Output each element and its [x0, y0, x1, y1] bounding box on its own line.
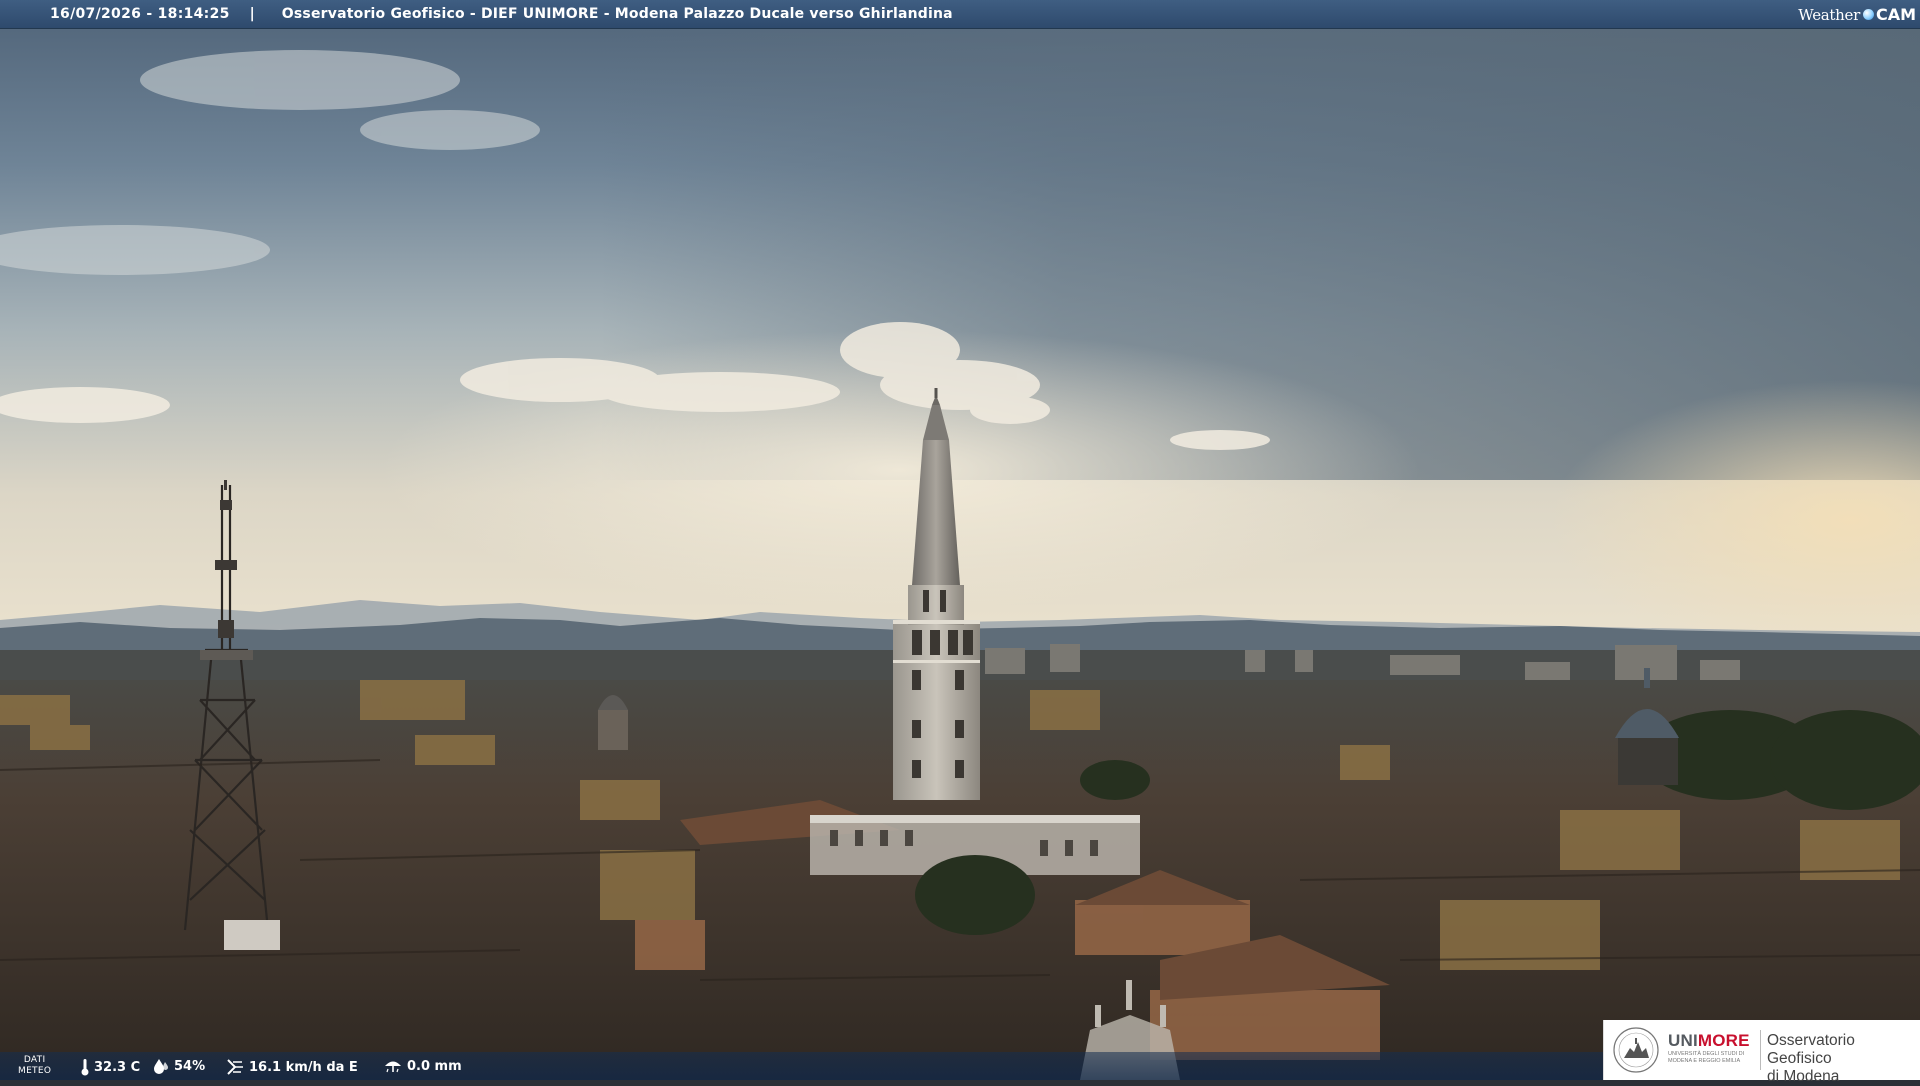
observatory-name: Osservatorio Geofisico di Modena — [1767, 1032, 1920, 1086]
timestamp: 16/07/2026 - 18:14:25 — [50, 6, 230, 22]
rain-icon — [385, 1061, 401, 1073]
camera-title: Osservatorio Geofisico - DIEF UNIMORE - … — [281, 6, 953, 22]
temperature-value: 32.3 C — [94, 1059, 141, 1075]
unimore-subtitle: Università degli Studi di Modena e Reggi… — [1668, 1051, 1745, 1064]
humidity-value: 54% — [174, 1058, 206, 1074]
webcam-image — [0, 0, 1920, 1080]
weather-data-label: DATI METEO — [18, 1055, 51, 1077]
rain-reading: 0.0 mm — [383, 1058, 462, 1074]
temperature-reading: 32.3 C — [80, 1058, 140, 1076]
brand-globe-icon — [1862, 9, 1874, 20]
weather-data-label-line1: DATI — [23, 1055, 46, 1065]
weather-data-label-line2: METEO — [18, 1066, 52, 1076]
brand-cam-text: CAM — [1875, 5, 1916, 24]
unimore-logo-box: UNIMORE Università degli Studi di Modena… — [1603, 1020, 1920, 1085]
weathercam-logo: Weather CAM — [1798, 0, 1920, 29]
logo-divider — [1760, 1030, 1761, 1070]
observatory-name-line2: di Modena — [1767, 1068, 1840, 1085]
observatory-name-line1: Osservatorio Geofisico — [1767, 1032, 1855, 1067]
rain-value: 0.0 mm — [407, 1058, 462, 1074]
city-panorama — [0, 0, 1920, 1080]
wind-value: 16.1 km/h da E — [249, 1059, 358, 1075]
unimore-wordmark-uni: UNI — [1668, 1031, 1698, 1050]
unimore-wordmark: UNIMORE — [1668, 1031, 1750, 1051]
wind-reading: 16.1 km/h da E — [225, 1058, 358, 1076]
humidity-reading: 54% — [152, 1058, 205, 1074]
unimore-wordmark-more: MORE — [1697, 1031, 1750, 1050]
university-seal-icon — [1613, 1027, 1659, 1073]
weather-data-bar: DATI METEO 32.3 C 54% 16.1 km/h da E 0.0… — [0, 1052, 1603, 1080]
humidity-drop-icon — [154, 1059, 168, 1074]
wind-icon — [227, 1059, 243, 1075]
brand-weather-text: Weather — [1798, 5, 1860, 24]
header-separator: | — [249, 6, 255, 22]
header-bar: 16/07/2026 - 18:14:25 | Osservatorio Geo… — [0, 0, 1920, 29]
thermometer-icon — [81, 1059, 89, 1076]
